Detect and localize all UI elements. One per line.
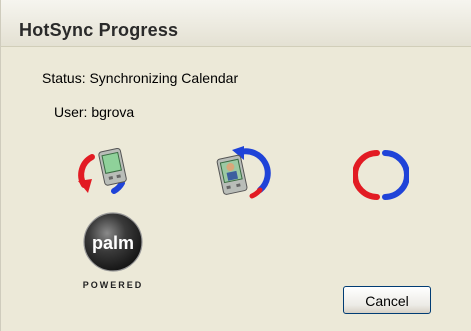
palm-powered-text: POWERED — [82, 280, 144, 290]
user-text: User: bgrova — [54, 104, 135, 120]
hotsync-progress-window: HotSync Progress Status: Synchronizing C… — [0, 0, 471, 331]
user-handheld-sync-icon — [214, 146, 276, 202]
cancel-button[interactable]: Cancel — [343, 286, 431, 314]
status-text: Status: Synchronizing Calendar — [42, 70, 239, 86]
palm-logo: palm — [73, 202, 153, 282]
palm-logo-word: palm — [92, 233, 134, 253]
title-bar: HotSync Progress — [1, 0, 471, 47]
window-title: HotSync Progress — [19, 20, 179, 40]
handheld-sync-icon — [74, 145, 136, 201]
sync-circle-icon — [353, 149, 409, 201]
